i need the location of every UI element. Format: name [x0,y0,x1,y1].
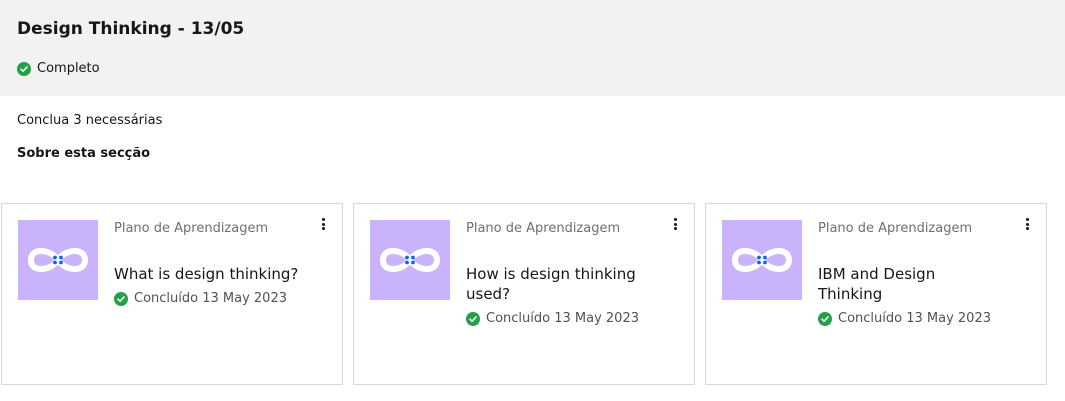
card-title-link[interactable]: How is design thinking used? [466,264,646,304]
overflow-menu-vertical-icon[interactable] [1022,216,1032,232]
learning-plan-thumbnail [18,220,98,300]
card-type-label: Plano de Aprendizagem [466,221,621,236]
check-circle-icon [818,311,832,326]
card-title-link[interactable]: What is design thinking? [114,264,314,284]
card-type-label: Plano de Aprendizagem [114,221,269,236]
infinity-loop-icon [731,248,793,272]
check-circle-icon [114,291,128,306]
section-status: Completo [17,61,100,76]
infinity-loop-icon [379,248,441,272]
learning-plan-card[interactable]: Plano de Aprendizagem What is design thi… [1,203,343,385]
section-title: Design Thinking - 13/05 [17,19,245,39]
card-completion-text: Concluído 13 May 2023 [134,291,287,306]
card-completion-status: Concluído 13 May 2023 [466,311,639,326]
check-circle-icon [466,311,480,326]
about-section-link[interactable]: Sobre esta secção [17,146,150,161]
section-header: Design Thinking - 13/05 Completo [0,0,1065,96]
card-title-link[interactable]: IBM and Design Thinking [818,264,958,304]
learning-plan-card[interactable]: Plano de Aprendizagem IBM and Design Thi… [705,203,1047,385]
overflow-menu-vertical-icon[interactable] [670,216,680,232]
card-type-label: Plano de Aprendizagem [818,221,973,236]
learning-plan-thumbnail [370,220,450,300]
card-completion-text: Concluído 13 May 2023 [838,311,991,326]
learning-plan-card[interactable]: Plano de Aprendizagem How is design thin… [353,203,695,385]
card-completion-text: Concluído 13 May 2023 [486,311,639,326]
check-circle-icon [17,61,31,76]
required-count: Conclua 3 necessárias [17,113,163,128]
learning-plan-thumbnail [722,220,802,300]
section-status-label: Completo [37,61,100,76]
overflow-menu-vertical-icon[interactable] [318,216,328,232]
card-completion-status: Concluído 13 May 2023 [114,291,287,306]
infinity-loop-icon [27,248,89,272]
card-completion-status: Concluído 13 May 2023 [818,311,991,326]
